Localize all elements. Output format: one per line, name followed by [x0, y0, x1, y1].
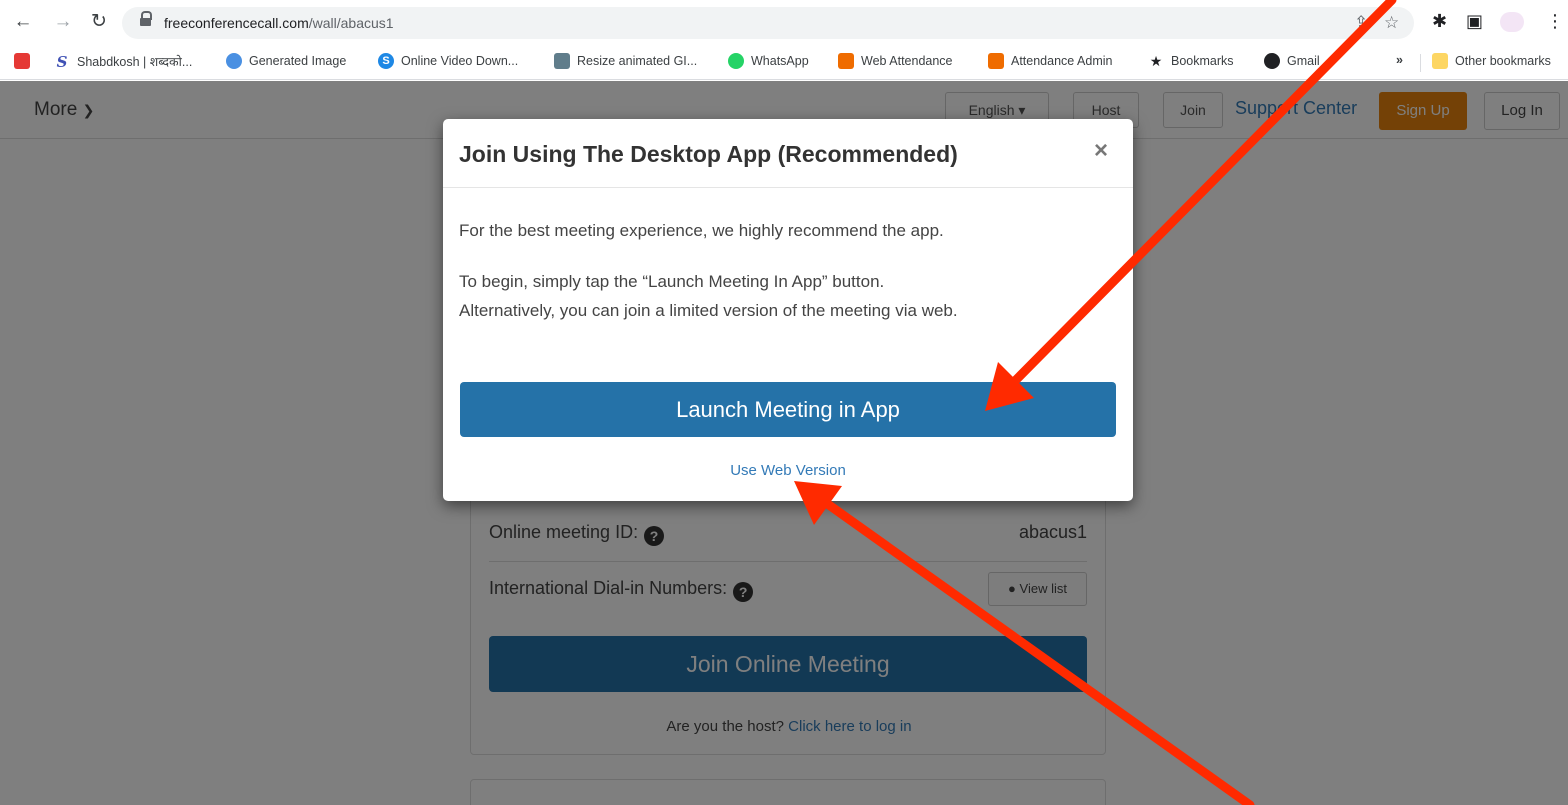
bookmark-label: Resize animated GI...	[577, 54, 698, 68]
folder-icon	[1432, 53, 1448, 69]
share-icon[interactable]: ⇪	[1354, 13, 1368, 33]
bookmark-web-attendance[interactable]: Web Attendance	[838, 53, 953, 69]
bookmark-resize-gif[interactable]: Resize animated GI...	[554, 53, 697, 69]
bookmark-label: WhatsApp	[751, 54, 809, 68]
bookmarks-bar: S Shabdkosh | शब्दको... Generated Image S…	[0, 44, 1568, 80]
back-icon[interactable]: ←	[12, 11, 34, 33]
overflow-label: »	[1396, 53, 1403, 67]
bookmark-label: Shabdkosh | शब्दको...	[77, 55, 193, 69]
huawei-icon	[14, 53, 30, 69]
close-icon[interactable]: ×	[1094, 137, 1108, 165]
bookmark-bookmarks[interactable]: ★ Bookmarks	[1148, 53, 1234, 69]
bookmark-whatsapp[interactable]: WhatsApp	[728, 53, 809, 69]
video-download-icon: S	[378, 53, 394, 69]
profile-icon[interactable]	[1500, 12, 1524, 32]
url-text[interactable]: freeconferencecall.com/wall/abacus1	[164, 15, 394, 31]
extensions-icon[interactable]: ✱	[1432, 11, 1447, 32]
bookmark-shabdkosh[interactable]: S Shabdkosh | शब्दको...	[54, 53, 192, 70]
attendance-icon	[838, 53, 854, 69]
shabdkosh-icon: S	[54, 53, 70, 70]
huawei-bookmark[interactable]	[14, 53, 37, 69]
reload-icon[interactable]: ↻	[88, 11, 110, 33]
bookmark-attendance-admin[interactable]: Attendance Admin	[988, 53, 1112, 69]
bookmark-generated-image[interactable]: Generated Image	[226, 53, 346, 69]
other-bookmarks-label: Other bookmarks	[1455, 54, 1551, 68]
modal-paragraph-1: For the best meeting experience, we high…	[459, 221, 944, 240]
globe-icon	[1264, 53, 1280, 69]
launch-meeting-in-app-button[interactable]: Launch Meeting in App	[460, 382, 1116, 437]
bookmark-video-downloader[interactable]: S Online Video Down...	[378, 53, 518, 69]
modal-paragraph-2: To begin, simply tap the “Launch Meeting…	[459, 267, 958, 325]
sidepanel-icon[interactable]: ▣	[1466, 11, 1483, 32]
lock-icon[interactable]	[140, 11, 152, 27]
bookmarks-divider	[1420, 54, 1421, 72]
paragraph-line: To begin, simply tap the “Launch Meeting…	[459, 272, 885, 291]
bookmark-label: Bookmarks	[1171, 54, 1234, 68]
desktop-app-modal: Join Using The Desktop App (Recommended)…	[443, 119, 1133, 501]
whatsapp-icon	[728, 53, 744, 69]
other-bookmarks[interactable]: Other bookmarks	[1432, 53, 1551, 69]
menu-icon[interactable]: ⋮	[1546, 11, 1564, 32]
forward-icon[interactable]: →	[52, 11, 74, 33]
address-bar[interactable]: freeconferencecall.com/wall/abacus1 ⇪ ☆	[122, 7, 1414, 39]
bookmark-label: Online Video Down...	[401, 54, 519, 68]
gif-icon	[554, 53, 570, 69]
bookmark-label: Generated Image	[249, 54, 347, 68]
attendance-icon	[988, 53, 1004, 69]
bookmark-gmail[interactable]: Gmail	[1264, 53, 1320, 69]
paragraph-line: Alternatively, you can join a limited ve…	[459, 301, 958, 320]
browser-toolbar: ← → ↻ freeconferencecall.com/wall/abacus…	[0, 0, 1568, 44]
image-icon	[226, 53, 242, 69]
star-icon: ★	[1149, 53, 1163, 69]
star-icon[interactable]: ☆	[1384, 13, 1399, 33]
modal-title: Join Using The Desktop App (Recommended)	[459, 141, 958, 167]
bookmarks-overflow-button[interactable]: »	[1396, 53, 1403, 67]
bookmark-label: Attendance Admin	[1011, 54, 1113, 68]
use-web-version-link[interactable]: Use Web Version	[443, 462, 1133, 479]
modal-header: Join Using The Desktop App (Recommended)…	[443, 119, 1133, 188]
bookmark-label: Gmail	[1287, 54, 1320, 68]
bookmark-label: Web Attendance	[861, 54, 953, 68]
